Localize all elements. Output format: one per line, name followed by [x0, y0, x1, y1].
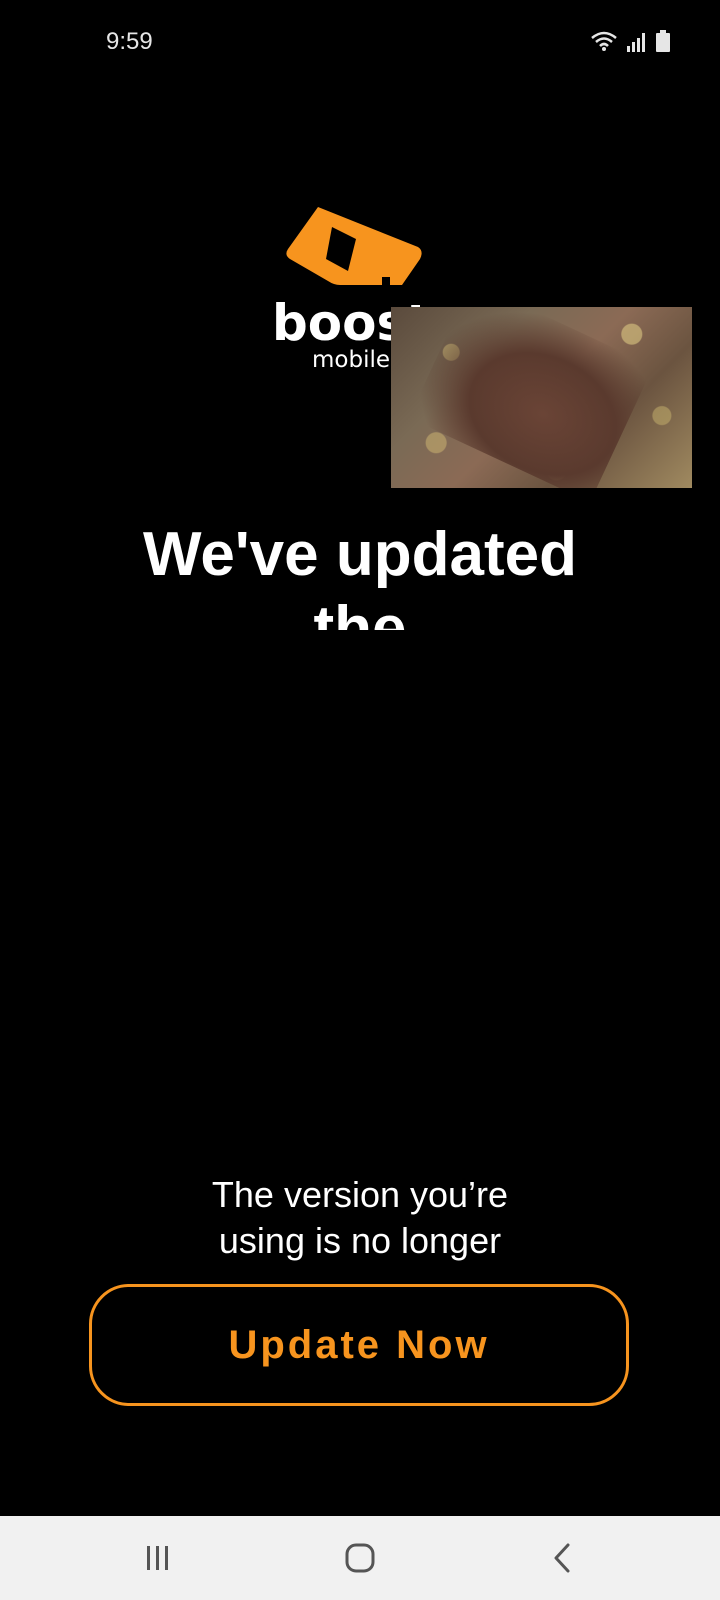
- message-line-2: using is no longer: [218, 1220, 502, 1261]
- video-thumbnail[interactable]: [391, 307, 692, 488]
- headline-line-1: We've updated: [143, 520, 577, 589]
- battery-icon: [656, 30, 670, 57]
- back-icon[interactable]: [542, 1538, 582, 1578]
- update-message: The version you’re using is no longer: [0, 1172, 720, 1264]
- page-title: We've updated the: [0, 518, 720, 630]
- navigation-bar: [0, 1516, 720, 1600]
- message-line-1: The version you’re: [211, 1174, 509, 1215]
- status-icons: [590, 30, 670, 57]
- headline-line-2: the: [313, 594, 407, 630]
- recents-icon[interactable]: [138, 1538, 178, 1578]
- wifi-icon: [590, 30, 618, 57]
- status-bar: 9:59: [0, 0, 720, 90]
- status-time: 9:59: [106, 28, 153, 55]
- home-icon[interactable]: [340, 1538, 380, 1578]
- update-now-button[interactable]: Update Now: [89, 1284, 629, 1406]
- signal-icon: [626, 32, 648, 57]
- svg-text:mobile: mobile: [312, 347, 390, 373]
